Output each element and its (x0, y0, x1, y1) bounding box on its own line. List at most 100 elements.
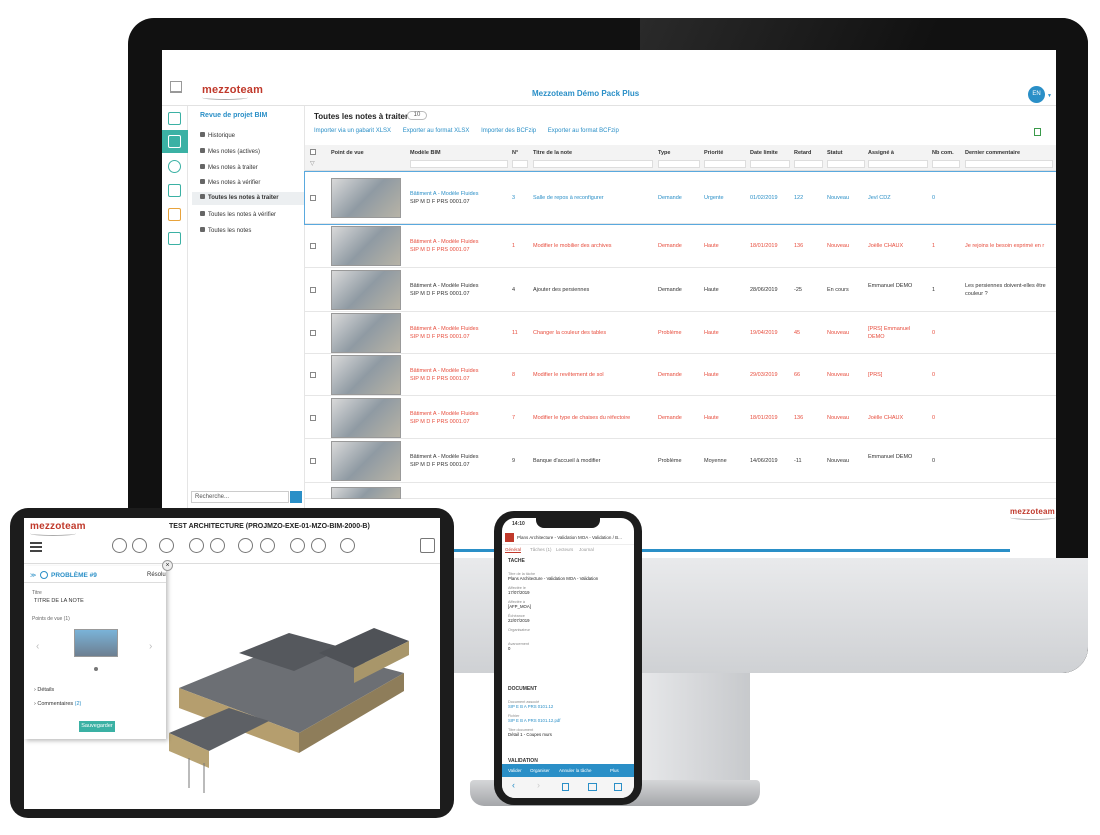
validate-button[interactable]: Valider (508, 768, 522, 773)
phone-screen: 14:10 Plans Architecture - Validation MO… (502, 518, 634, 798)
field-value[interactable]: SIP E B A PRS 0101.12 (508, 704, 628, 710)
cell-assignee: Joëlle CHAUX (868, 243, 904, 249)
orbit-icon[interactable] (189, 538, 204, 553)
viewpoint-thumbnail[interactable] (331, 226, 401, 266)
cursor-tool-icon[interactable] (112, 538, 127, 553)
tab-lecteurs[interactable]: Lecteurs (556, 547, 573, 552)
more-button[interactable]: Plus (610, 768, 619, 773)
share-icon[interactable] (562, 783, 569, 791)
cell-assignee: Joëlle CHAUX (868, 414, 904, 421)
tablet-toolbar (24, 534, 440, 564)
issue-panel: ≫ PROBLÈME #9 Résolu × Titre TITRE DE LA… (24, 560, 173, 739)
cancel-task-button[interactable]: Annuler la tâche (559, 768, 592, 773)
cell-type: Problème (658, 330, 682, 336)
table-row[interactable]: Bâtiment A - Modèle Fluides SIP M D F PRS… (305, 439, 1056, 483)
section-task: TACHE (508, 558, 525, 564)
pan-icon[interactable] (238, 538, 253, 553)
viewpoint-thumbnail[interactable] (331, 397, 401, 438)
row-checkbox[interactable] (310, 195, 316, 201)
bim-3d-model[interactable] (169, 593, 409, 798)
table-row[interactable]: Bâtiment A - Modèle Fluides SIP M D F PRS… (305, 224, 1056, 268)
tab-journal[interactable]: Journal (579, 547, 594, 552)
table-row[interactable]: Bâtiment A - Modèle Fluides SIP M D F PRS… (305, 312, 1056, 354)
cell-status: Nouveau (827, 372, 850, 378)
cell-title: Ajouter des persiennes (533, 287, 590, 293)
cell-nb-comments: 1 (932, 287, 936, 293)
cell-ref: SIP M D F PRS 0001.07 (410, 418, 470, 425)
collapse-icon[interactable]: ≫ (30, 572, 36, 579)
phone-header: Plans Architecture - Validation MOA - Va… (502, 531, 634, 545)
cell-model: Bâtiment A - Modèle Fluides (410, 283, 479, 289)
field-value: [AFP_MOA] (508, 604, 531, 609)
row-checkbox[interactable] (310, 458, 316, 464)
select-tool-icon[interactable] (132, 538, 147, 553)
cell-delay: -11 (794, 458, 802, 464)
layers-icon[interactable] (340, 538, 355, 553)
cell-status: Nouveau (827, 458, 850, 464)
tab-taches[interactable]: Tâches (1) (530, 547, 552, 552)
field-value[interactable]: SIP E B A PRS 0101.12.pdf (508, 718, 628, 724)
cell-type: Problème (658, 458, 682, 464)
browser-bar: ‹ › (502, 777, 634, 798)
cube-view-icon[interactable] (260, 538, 275, 553)
cell-delay: 45 (794, 330, 801, 336)
table-row[interactable] (305, 483, 1056, 499)
forward-icon[interactable]: › (537, 780, 540, 790)
table-row[interactable]: Bâtiment A - Modèle Fluides SIP M D F PRS… (305, 354, 1056, 396)
cell-ref: SIP M D F PRS 0001.07 (410, 376, 470, 382)
carousel-dot[interactable] (94, 667, 98, 671)
viewpoint-thumbnail[interactable] (331, 178, 401, 218)
cell-number: 11 (512, 330, 518, 336)
cell-nb-comments: 1 (932, 243, 936, 249)
cell-assignee: [PRS] (868, 372, 883, 378)
cell-model: Bâtiment A - Modèle Fluides (410, 368, 479, 374)
tabs-icon[interactable] (614, 783, 622, 791)
person-view-icon[interactable] (159, 538, 174, 553)
viewpoint-thumbnail[interactable] (74, 629, 118, 657)
zoom-fit-icon[interactable] (311, 538, 326, 553)
zoom-in-icon[interactable] (290, 538, 305, 553)
status-resolved[interactable]: Résolu (147, 572, 166, 578)
back-icon[interactable]: ‹ (512, 780, 515, 790)
cell-number: 9 (512, 458, 516, 464)
save-button[interactable]: Sauvegarder (79, 721, 115, 732)
section-icon[interactable] (210, 538, 225, 553)
cell-type: Demande (658, 414, 682, 421)
next-arrow-icon[interactable]: › (149, 641, 152, 652)
cell-nb-comments: 0 (932, 458, 936, 464)
row-checkbox[interactable] (310, 330, 316, 336)
row-checkbox[interactable] (310, 287, 316, 293)
table-row[interactable]: Bâtiment A - Modèle Fluides SIP M D F PRS… (305, 396, 1056, 439)
title-label: Titre (32, 590, 42, 596)
prev-arrow-icon[interactable]: ‹ (36, 641, 39, 652)
cell-status: Nouveau (827, 243, 850, 249)
table-row[interactable]: Bâtiment A - Modèle Fluides SIP M D F PRS… (305, 268, 1056, 312)
details-section[interactable]: › Détails (34, 687, 54, 693)
cell-date: 18/01/2019 (750, 414, 778, 421)
cell-date: 14/06/2019 (750, 458, 778, 464)
viewpoint-thumbnail[interactable] (331, 441, 401, 481)
viewpoints-label: Points de vue (1) (32, 616, 70, 622)
bookmarks-icon[interactable] (588, 783, 597, 791)
viewpoint-thumbnail[interactable] (331, 270, 401, 310)
field-value: 17/07/2019 (508, 590, 530, 595)
organize-button[interactable]: Organiser (530, 768, 550, 773)
cell-assignee: Emmanuel DEMO (868, 454, 913, 460)
cell-model: Bâtiment A - Modèle Fluides (410, 410, 479, 417)
row-checkbox[interactable] (310, 243, 316, 249)
table-row[interactable]: Bâtiment A - Modèle Fluides SIP M D F PRS… (304, 171, 1056, 225)
viewpoint-thumbnail[interactable] (331, 355, 401, 395)
viewpoint-thumbnail[interactable] (331, 313, 401, 353)
camera-icon[interactable] (420, 538, 435, 553)
close-icon[interactable]: × (162, 560, 173, 571)
tab-general[interactable]: Général (505, 547, 522, 553)
comments-section[interactable]: › Commentaires (2) (34, 701, 81, 707)
viewpoint-thumbnail[interactable] (331, 487, 401, 499)
cell-title: Modifier le type de chaises du réfectoir… (533, 414, 631, 421)
menu-icon[interactable] (30, 542, 42, 552)
cell-delay: -25 (794, 287, 802, 293)
row-checkbox[interactable] (310, 372, 316, 378)
title-field[interactable]: TITRE DE LA NOTE (32, 598, 158, 608)
cell-date: 19/04/2019 (750, 330, 778, 336)
row-checkbox[interactable] (310, 414, 316, 421)
